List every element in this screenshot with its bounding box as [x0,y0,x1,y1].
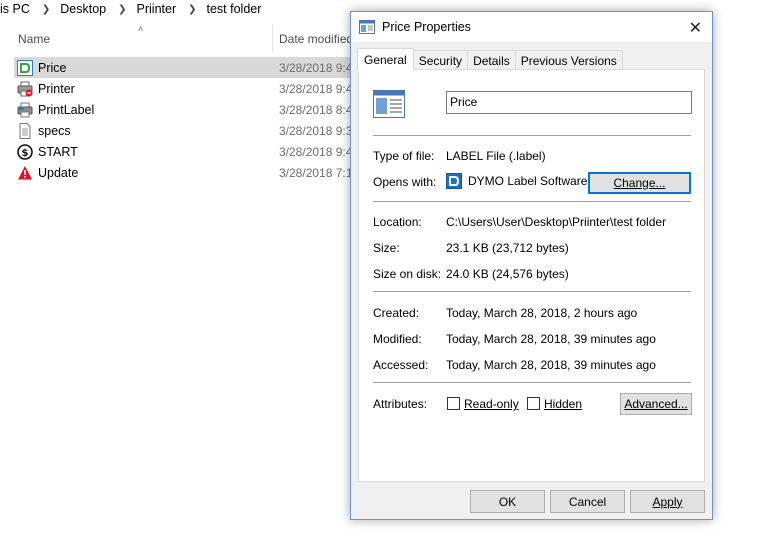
file-name: START [38,144,78,159]
opens-with-label: Opens with: [373,175,437,189]
read-only-text: Read-only [464,397,519,411]
created-value: Today, March 28, 2018, 2 hours ago [446,306,638,320]
cancel-button[interactable]: Cancel [550,490,625,513]
accessed-value: Today, March 28, 2018, 39 minutes ago [446,358,656,372]
hidden-text: Hidden [544,397,583,411]
type-of-file-label: Type of file: [373,149,435,163]
warning-icon [17,165,33,181]
change-button-label: Change... [613,176,666,190]
properties-dialog: Price Properties ✕ General Security Deta… [350,11,713,520]
dymo-app-icon [446,173,462,189]
location-value: C:\Users\User\Desktop\Priinter\test fold… [446,215,667,229]
modified-label: Modified: [373,332,422,346]
divider [373,201,691,202]
file-type-icon [373,90,405,118]
dialog-button-bar: OK Cancel Apply [351,490,712,514]
ok-button-label: OK [498,494,517,509]
chevron-right-icon[interactable]: ❯ [118,4,126,15]
dymo-label-icon [17,59,33,76]
chevron-right-icon[interactable]: ❯ [42,4,50,15]
advanced-button-label: Advanced... [624,397,688,411]
tab-details[interactable]: Details [467,50,516,70]
accessed-label: Accessed: [373,358,429,372]
change-button[interactable]: Change... [588,172,691,194]
size-value: 23.1 KB (23,712 bytes) [446,241,569,255]
file-name: Price [38,60,67,75]
tab-general[interactable]: General [357,48,414,71]
tab-previous-versions[interactable]: Previous Versions [514,50,623,70]
apply-button[interactable]: Apply [630,490,705,513]
read-only-checkbox[interactable] [447,397,460,410]
tab-security[interactable]: Security [412,50,469,70]
general-panel: Price Type of file: LABEL File (.label) … [358,69,705,482]
file-name: PrintLabel [38,102,95,117]
divider [373,135,691,136]
size-on-disk-value: 24.0 KB (24,576 bytes) [446,267,569,281]
file-date: 3/28/2018 9:4 [279,81,353,96]
file-name-input[interactable]: Price [446,91,692,114]
sort-ascending-icon: ˄ [138,24,144,34]
cancel-button-label: Cancel [568,494,607,509]
location-label: Location: [373,215,422,229]
modified-value: Today, March 28, 2018, 39 minutes ago [446,332,656,346]
column-header-date-modified[interactable]: Date modified [279,32,353,46]
file-date: 3/28/2018 7:1 [279,165,353,180]
breadcrumb-this-pc[interactable]: is PC [0,2,34,16]
dollar-circle-icon: $ [17,143,33,160]
size-on-disk-label: Size on disk: [373,267,442,281]
breadcrumb-test-folder[interactable]: test folder [207,2,266,16]
size-label: Size: [373,241,400,255]
attributes-label: Attributes: [373,397,428,411]
close-icon[interactable]: ✕ [689,18,702,38]
apply-button-label: Apply [652,494,683,509]
file-date: 3/28/2018 8:4 [279,102,353,117]
file-date: 3/28/2018 9:3 [279,123,353,138]
file-name: Printer [38,81,75,96]
breadcrumb-priinter[interactable]: Priinter [137,2,181,16]
dialog-title: Price Properties [382,20,471,34]
advanced-button[interactable]: Advanced... [620,393,692,415]
hidden-checkbox[interactable] [527,397,540,410]
file-name: specs [38,123,71,138]
type-of-file-value: LABEL File (.label) [446,149,546,163]
svg-text:$: $ [22,148,29,159]
dialog-titlebar[interactable]: Price Properties ✕ [351,12,712,42]
text-document-icon [17,122,33,139]
file-date: 3/28/2018 9:4 [279,60,353,75]
created-label: Created: [373,306,420,320]
column-divider[interactable] [272,24,273,52]
divider [373,382,691,383]
opens-with-value: DYMO Label Software [446,173,587,189]
printlabel-icon [17,102,33,118]
chevron-right-icon[interactable]: ❯ [188,4,196,15]
opens-with-app-name: DYMO Label Software [468,174,588,188]
printer-icon [17,81,33,97]
read-only-label[interactable]: Read-only [464,397,519,411]
ok-button[interactable]: OK [470,490,545,513]
divider [373,291,691,292]
breadcrumb-desktop[interactable]: Desktop [60,2,110,16]
file-name: Update [38,165,79,180]
tab-strip: General Security Details Previous Versio… [357,48,623,71]
file-date: 3/28/2018 9:4 [279,144,353,159]
column-header-name[interactable]: Name [18,32,50,46]
hidden-label[interactable]: Hidden [544,397,582,411]
window-properties-icon [359,20,375,34]
